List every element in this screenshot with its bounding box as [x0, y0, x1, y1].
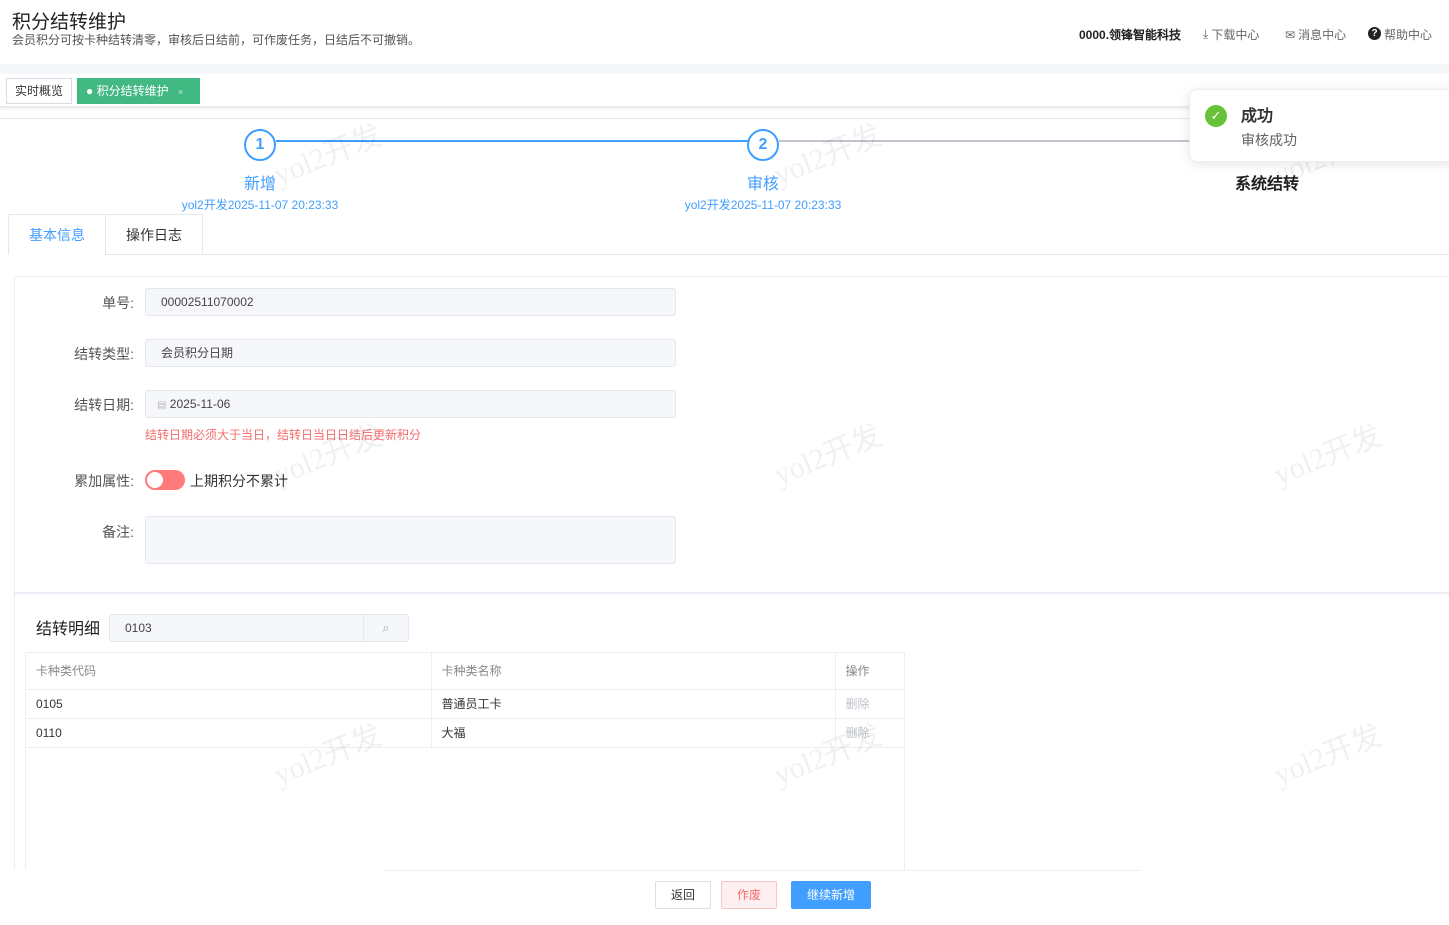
- download-icon: ⤓: [1203, 27, 1209, 41]
- date-value: 2025-11-06: [169, 397, 231, 411]
- col-code: 卡种类代码: [26, 653, 432, 690]
- page-title: 积分结转维护: [12, 12, 127, 33]
- delete-button[interactable]: 删除: [835, 689, 905, 719]
- tab-basic-info[interactable]: 基本信息: [8, 214, 106, 255]
- divider-band: [0, 64, 1449, 74]
- remark-label: 备注:: [102, 524, 134, 540]
- help-icon: ?: [1368, 27, 1381, 40]
- download-center-link[interactable]: ⤓ 下载中心: [1203, 26, 1259, 43]
- notification-message: 审核成功: [1241, 132, 1297, 148]
- cell-name: 普通员工卡: [431, 689, 836, 719]
- delete-button[interactable]: 删除: [835, 718, 905, 748]
- step-line-2: [779, 140, 1199, 142]
- detail-tabs: 基本信息 操作日志: [8, 214, 1449, 255]
- footer-divider: [385, 870, 1141, 871]
- success-notification: ✓ 成功 审核成功: [1189, 89, 1449, 162]
- help-label: 帮助中心: [1384, 28, 1433, 42]
- table-row: 0110 大福 删除: [26, 718, 905, 748]
- tab-realtime-overview[interactable]: 实时概览: [6, 78, 73, 104]
- accum-label: 累加属性:: [74, 473, 134, 489]
- step-2-title: 审核: [746, 176, 779, 193]
- close-icon[interactable]: ×: [178, 87, 183, 97]
- cell-code: 0110: [26, 718, 432, 748]
- order-no-field[interactable]: 00002511070002: [145, 288, 676, 316]
- remark-textarea[interactable]: [145, 516, 676, 564]
- detail-title: 结转明细: [36, 621, 101, 638]
- col-name: 卡种类名称: [431, 653, 836, 690]
- void-button[interactable]: 作废: [721, 881, 777, 909]
- step-3-title: 系统结转: [1234, 176, 1299, 193]
- cell-code: 0105: [26, 689, 432, 719]
- table-header: 卡种类代码 卡种类名称 操作: [26, 653, 905, 690]
- date-picker[interactable]: ▤ 2025-11-06: [145, 390, 676, 418]
- step-line-1: [276, 140, 748, 142]
- step-1-desc: yol2开发2025-11-07 20:23:33: [181, 198, 339, 212]
- detail-table-wrap: 卡种类代码 卡种类名称 操作 0105 普通员工卡 删除 0110 大福 删除: [25, 652, 905, 872]
- mail-icon: ✉: [1285, 27, 1296, 42]
- tab-label: 积分结转维护: [96, 84, 169, 98]
- order-no-label: 单号:: [102, 295, 134, 311]
- table-row: 0105 普通员工卡 删除: [26, 689, 905, 719]
- notification-title: 成功: [1241, 108, 1274, 125]
- tab-points-carryover[interactable]: ● 积分结转维护 ×: [77, 78, 200, 104]
- step-1-title: 新增: [243, 176, 276, 193]
- cell-name: 大福: [431, 718, 836, 748]
- company-name[interactable]: 0000.领锋智能科技: [1079, 26, 1181, 43]
- detail-table: 卡种类代码 卡种类名称 操作 0105 普通员工卡 删除 0110 大福 删除: [26, 653, 905, 748]
- back-button[interactable]: 返回: [655, 881, 711, 909]
- continue-add-button[interactable]: 继续新增: [791, 881, 871, 909]
- check-circle-icon: ✓: [1205, 105, 1227, 127]
- type-label: 结转类型:: [74, 346, 134, 362]
- step-2-desc: yol2开发2025-11-07 20:23:33: [684, 198, 842, 212]
- date-hint: 结转日期必须大于当日，结转日当日日结后更新积分: [145, 428, 422, 442]
- step-1-icon: 1: [244, 129, 276, 161]
- messages-label: 消息中心: [1298, 28, 1347, 42]
- message-center-link[interactable]: ✉ 消息中心: [1285, 26, 1346, 43]
- download-label: 下载中心: [1211, 28, 1260, 42]
- search-icon[interactable]: ⌕: [363, 615, 408, 641]
- help-center-link[interactable]: ? 帮助中心: [1368, 24, 1432, 43]
- col-action: 操作: [835, 653, 905, 690]
- calendar-icon: ▤: [157, 400, 167, 411]
- page-subtitle: 会员积分可按卡种结转清零，审核后日结前，可作废任务，日结后不可撤销。: [12, 33, 421, 47]
- accum-text: 上期积分不累计: [190, 473, 288, 489]
- type-select[interactable]: 会员积分日期: [145, 339, 676, 367]
- accum-toggle[interactable]: [145, 470, 185, 490]
- tab-operation-log[interactable]: 操作日志: [105, 214, 203, 255]
- date-label: 结转日期:: [74, 397, 134, 413]
- step-2-icon: 2: [747, 129, 779, 161]
